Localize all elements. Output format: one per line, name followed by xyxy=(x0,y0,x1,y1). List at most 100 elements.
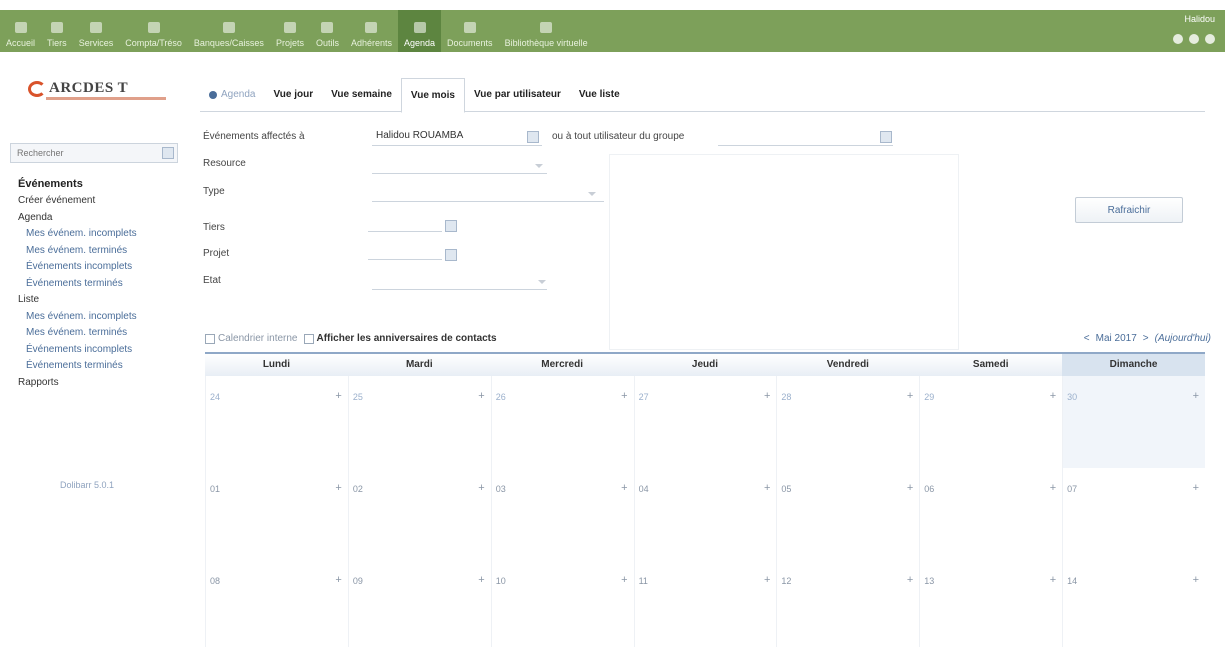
nav-item-compta-tr-so[interactable]: Compta/Tréso xyxy=(119,10,188,52)
project-search-button[interactable] xyxy=(445,249,457,261)
nav-item-tiers[interactable]: Tiers xyxy=(41,10,73,52)
sidebar-link[interactable]: Mes événem. terminés xyxy=(18,325,188,342)
assigned-user-dropdown-button[interactable] xyxy=(527,131,539,143)
home-icon[interactable] xyxy=(1173,34,1183,44)
group-dropdown-button[interactable] xyxy=(880,131,892,143)
group-select[interactable] xyxy=(718,128,893,146)
status-select[interactable] xyxy=(372,272,547,290)
previous-month-button[interactable]: < xyxy=(1084,333,1090,344)
nav-item-outils[interactable]: Outils xyxy=(310,10,345,52)
calendar-day-cell[interactable]: 26 + xyxy=(490,376,634,468)
calendar-day-cell[interactable]: 06 + xyxy=(919,468,1062,560)
day-header: Lundi xyxy=(262,359,291,370)
calendar-day-cell[interactable]: 28 + xyxy=(776,376,919,468)
add-event-button[interactable]: + xyxy=(621,482,627,494)
tab-vue-jour[interactable]: Vue jour xyxy=(264,78,322,112)
print-icon[interactable] xyxy=(1189,34,1199,44)
tab-vue-semaine[interactable]: Vue semaine xyxy=(322,78,401,112)
calendar-day-cell[interactable]: 12 + xyxy=(776,560,919,647)
next-month-button[interactable]: > xyxy=(1143,333,1149,344)
search-submit-button[interactable] xyxy=(162,147,174,159)
tab-vue-mois[interactable]: Vue mois xyxy=(400,77,465,113)
add-event-button[interactable]: + xyxy=(335,482,341,494)
assigned-user-select[interactable]: Halidou ROUAMBA xyxy=(372,128,542,146)
project-input[interactable] xyxy=(368,240,442,260)
nav-item-agenda[interactable]: Agenda xyxy=(398,10,442,52)
logout-icon[interactable] xyxy=(1205,34,1215,44)
calendar-day-cell[interactable]: 04 + xyxy=(633,468,777,560)
add-event-button[interactable]: + xyxy=(1193,574,1199,586)
sidebar-link[interactable]: Événements incomplets xyxy=(18,259,188,276)
calendar-day-cell[interactable]: 05 + xyxy=(776,468,919,560)
sidebar-link[interactable]: Créer événement xyxy=(18,193,188,210)
tab-vue-par-utilisateur[interactable]: Vue par utilisateur xyxy=(465,78,570,112)
add-event-button[interactable]: + xyxy=(907,390,913,402)
calendar-day-cell[interactable]: 01 + xyxy=(205,468,348,560)
add-event-button[interactable]: + xyxy=(335,390,341,402)
add-event-button[interactable]: + xyxy=(1193,390,1199,402)
calendar-day-cell[interactable]: 08 + xyxy=(205,560,348,647)
internal-calendar-checkbox[interactable] xyxy=(205,333,215,344)
add-event-button[interactable]: + xyxy=(1050,574,1056,586)
calendar-day-cell[interactable]: 11 + xyxy=(633,560,777,647)
tab-vue-liste[interactable]: Vue liste xyxy=(570,78,629,112)
add-event-button[interactable]: + xyxy=(907,574,913,586)
add-event-button[interactable]: + xyxy=(764,390,770,402)
nav-item-adh-rents[interactable]: Adhérents xyxy=(345,10,398,52)
calendar-day-cell[interactable]: 14 + xyxy=(1062,560,1205,647)
sidebar-link[interactable]: Mes événem. incomplets xyxy=(18,226,188,243)
thirdparty-search-button[interactable] xyxy=(445,220,457,232)
project-label: Projet xyxy=(203,248,230,259)
sidebar-link[interactable]: Événements terminés xyxy=(18,358,188,375)
day-number: 06 xyxy=(924,484,935,494)
add-event-button[interactable]: + xyxy=(478,482,484,494)
calendar-day-cell[interactable]: 27 + xyxy=(633,376,777,468)
calendar-day-cell[interactable]: 10 + xyxy=(490,560,634,647)
add-event-button[interactable]: + xyxy=(335,574,341,586)
nav-item-documents[interactable]: Documents xyxy=(441,10,499,52)
calendar-day-cell[interactable]: 24 + xyxy=(205,376,348,468)
add-event-button[interactable]: + xyxy=(478,574,484,586)
nav-item-projets[interactable]: Projets xyxy=(270,10,310,52)
resource-select[interactable] xyxy=(372,156,547,174)
calendar-day-cell[interactable]: 03 + xyxy=(490,468,634,560)
nav-item-services[interactable]: Services xyxy=(73,10,120,52)
tab-agenda[interactable]: Agenda xyxy=(200,78,264,112)
day-number: 12 xyxy=(781,576,792,586)
sidebar-link[interactable]: Liste xyxy=(18,292,188,309)
refresh-button[interactable]: Rafraichir xyxy=(1075,197,1183,223)
calendar-day-cell[interactable]: 02 + xyxy=(347,468,491,560)
day-number: 30 xyxy=(1067,392,1078,402)
today-link[interactable]: (Aujourd'hui) xyxy=(1155,333,1211,344)
sidebar-link[interactable]: Mes événem. incomplets xyxy=(18,309,188,326)
add-event-button[interactable]: + xyxy=(621,574,627,586)
calendar-day-cell[interactable]: 09 + xyxy=(347,560,491,647)
add-event-button[interactable]: + xyxy=(478,390,484,402)
nav-item-biblioth-que-virtuelle[interactable]: Bibliothèque virtuelle xyxy=(499,10,594,52)
sidebar-link[interactable]: Rapports xyxy=(18,375,188,392)
add-event-button[interactable]: + xyxy=(764,574,770,586)
company-logo[interactable]: ARCDES T xyxy=(28,80,166,100)
add-event-button[interactable]: + xyxy=(1193,482,1199,494)
add-event-button[interactable]: + xyxy=(1050,390,1056,402)
thirdparty-input[interactable] xyxy=(368,212,442,232)
calendar-day-cell[interactable]: 29 + xyxy=(919,376,1062,468)
calendar-day-cell[interactable]: 13 + xyxy=(919,560,1062,647)
calendar-day-cell[interactable]: 25 + xyxy=(347,376,491,468)
sidebar-link[interactable]: Événements incomplets xyxy=(18,342,188,359)
sidebar-link[interactable]: Événements terminés xyxy=(18,276,188,293)
add-event-button[interactable]: + xyxy=(1050,482,1056,494)
user-name[interactable]: Halidou xyxy=(1173,14,1215,24)
nav-item-accueil[interactable]: Accueil xyxy=(0,10,41,52)
nav-item-banques-caisses[interactable]: Banques/Caisses xyxy=(188,10,270,52)
calendar-day-cell[interactable]: 07 + xyxy=(1062,468,1205,560)
sidebar-link[interactable]: Mes événem. terminés xyxy=(18,243,188,260)
birthdays-checkbox[interactable] xyxy=(303,333,314,344)
search-input[interactable] xyxy=(11,144,156,162)
type-select[interactable] xyxy=(372,184,604,202)
sidebar-link[interactable]: Agenda xyxy=(18,210,188,227)
calendar-day-cell[interactable]: 30 + xyxy=(1062,376,1205,468)
add-event-button[interactable]: + xyxy=(907,482,913,494)
add-event-button[interactable]: + xyxy=(764,482,770,494)
add-event-button[interactable]: + xyxy=(621,390,627,402)
